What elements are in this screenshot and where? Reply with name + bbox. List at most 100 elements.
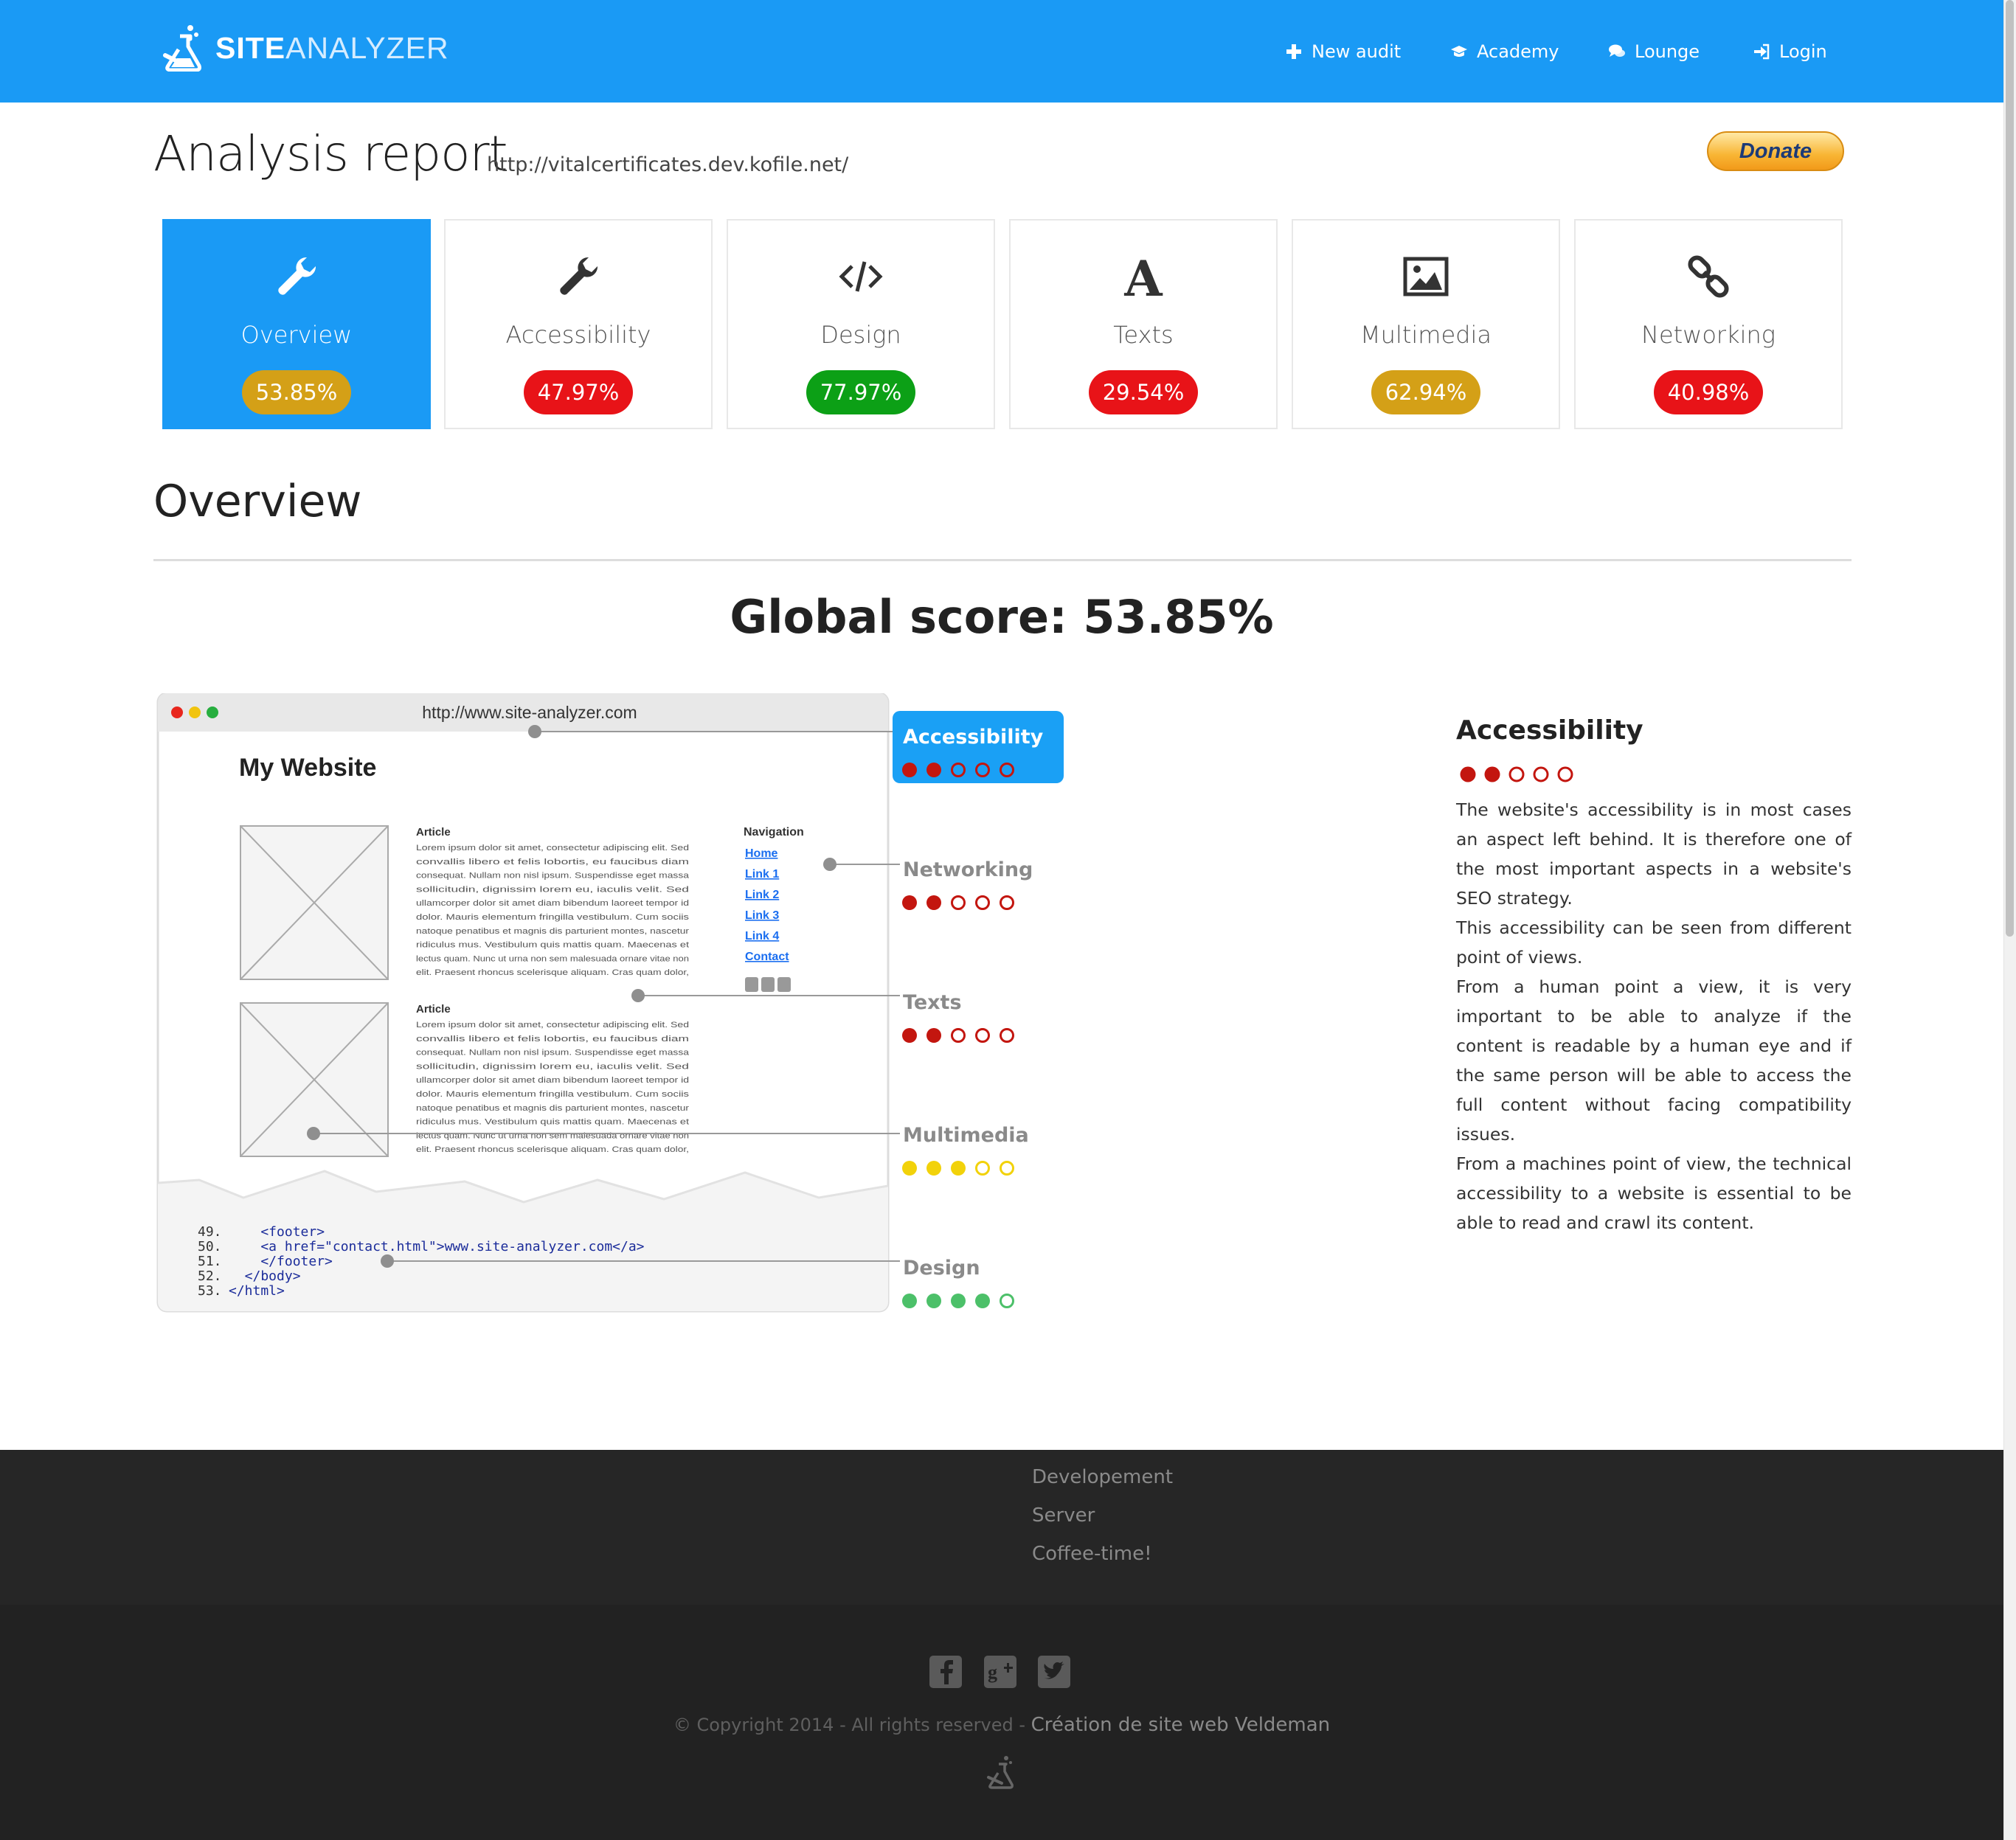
logo-site-text: SITE: [215, 30, 286, 65]
category-card-networking[interactable]: Networking 40.98%: [1574, 219, 1843, 429]
rating-dot: [975, 895, 990, 910]
rating-dot: [1000, 1161, 1014, 1176]
analyzed-url: http://vitalcertificates.dev.kofile.net/: [487, 153, 849, 176]
mock-nav-heading: Navigation: [744, 826, 804, 839]
nav-academy-label: Academy: [1477, 41, 1559, 62]
rating-dot: [951, 1161, 966, 1176]
code-line-number: 52.: [198, 1268, 222, 1284]
footer-link-developement[interactable]: Developement: [1032, 1466, 1173, 1488]
callout-label: Texts: [903, 991, 962, 1014]
category-card-accessibility[interactable]: Accessibility 47.97%: [444, 219, 713, 429]
code-line: </html>: [229, 1283, 285, 1299]
picture-icon: [1403, 257, 1449, 296]
mock-nav-link: Link 4: [745, 930, 779, 942]
nav-academy[interactable]: Academy: [1450, 37, 1559, 66]
rating-dot: [1557, 766, 1573, 782]
rating-dot: [1000, 1294, 1014, 1308]
rating-dot: [975, 1294, 990, 1308]
category-score-badge: 77.97%: [806, 370, 915, 414]
twitter-icon[interactable]: [1038, 1656, 1070, 1688]
article-heading: Article: [416, 1003, 451, 1016]
code-line: </body>: [229, 1268, 301, 1284]
article-line: convallis libero et felis lobortis, eu f…: [416, 858, 689, 867]
rating-dot: [951, 895, 966, 910]
category-score-badge: 53.85%: [242, 370, 351, 414]
rating-dot: [926, 763, 941, 777]
copyright: © Copyright 2014 - All rights reserved -…: [0, 1714, 2003, 1736]
article-line: elit. Praesent rhoncus scelerisque aliqu…: [416, 968, 689, 977]
scrollbar-thumb[interactable]: [2006, 0, 2014, 937]
svg-text:g: g: [988, 1662, 997, 1683]
footer-link-coffee-time[interactable]: Coffee-time!: [1032, 1543, 1152, 1565]
description-paragraph: The website's accessibility is in most c…: [1456, 799, 1852, 909]
svg-text:A: A: [1123, 253, 1163, 300]
article-line: natoque penatibus et magnis dis parturie…: [416, 1104, 689, 1113]
article-line: ridiculus mus. Vestibulum quis mattis qu…: [416, 1118, 689, 1127]
browser-url: http://www.site-analyzer.com: [422, 703, 637, 722]
article-line: Lorem ipsum dolor sit amet, consectetur …: [416, 1021, 689, 1030]
rating-dot: [975, 1161, 990, 1176]
category-label: Networking: [1641, 321, 1776, 349]
footer-flask-icon: [987, 1756, 1014, 1789]
connector-dot: [823, 858, 836, 871]
logo-analyzer-text: ANALYZER: [285, 30, 449, 65]
credit-link[interactable]: Création de site web Veldeman: [1031, 1714, 1331, 1736]
callout-label: Accessibility: [903, 726, 1044, 749]
rating-dot: [951, 1028, 966, 1043]
article-line: ullamcorper dolor sit amet diam bibendum…: [416, 899, 689, 908]
category-card-multimedia[interactable]: Multimedia 62.94%: [1292, 219, 1560, 429]
link-icon: [1688, 255, 1729, 298]
flask-logo-icon: [163, 25, 201, 72]
global-score: Global score: 53.85%: [730, 590, 1274, 644]
footer-links-band: [0, 1450, 2003, 1605]
category-label: Texts: [1113, 321, 1174, 349]
donate-button[interactable]: Donate: [1707, 131, 1844, 171]
article-line: sollicitudin, dignissim lorem eu, iaculi…: [416, 885, 689, 894]
description-rating: [1460, 766, 1573, 782]
wrench-icon: [560, 257, 598, 295]
article-line: lectus quam. Nunc ut urna non sem malesu…: [416, 954, 689, 963]
article-line: elit. Praesent rhoncus scelerisque aliqu…: [416, 1145, 689, 1154]
site-logo[interactable]: SITE ANALYZER: [161, 22, 449, 74]
category-label: Overview: [240, 321, 353, 349]
article-heading: Article: [416, 826, 451, 839]
rating-dot: [902, 1294, 917, 1308]
article-line: consequat. Nullam non nisl ipsum. Suspen…: [416, 872, 690, 881]
rating-dot: [926, 895, 941, 910]
nav-new-audit[interactable]: New audit: [1285, 37, 1401, 66]
rating-dot: [951, 1294, 966, 1308]
rating-dot: [1533, 766, 1549, 782]
article-line: ridiculus mus. Vestibulum quis mattis qu…: [416, 941, 689, 950]
article-line: Lorem ipsum dolor sit amet, consectetur …: [416, 844, 689, 853]
category-label: Multimedia: [1360, 321, 1492, 349]
copyright-text: © Copyright 2014 - All rights reserved -: [673, 1715, 1031, 1735]
nav-lounge[interactable]: Lounge: [1608, 37, 1700, 66]
category-card-overview[interactable]: Overview 53.85%: [162, 219, 431, 429]
rating-dot: [926, 1161, 941, 1176]
category-card-texts[interactable]: A Texts 29.54%: [1009, 219, 1278, 429]
mock-site-title: My Website: [239, 754, 376, 782]
nav-login-label: Login: [1779, 41, 1827, 62]
rating-dot: [926, 1028, 941, 1043]
rating-dot: [975, 1028, 990, 1043]
nav-login[interactable]: Login: [1753, 37, 1827, 66]
rating-dot: [902, 763, 917, 777]
code-line-number: 49.: [198, 1224, 222, 1240]
window-close-dot: [171, 707, 183, 718]
facebook-icon[interactable]: [929, 1656, 962, 1688]
article-line: dolor. Mauris elementum fringilla vestib…: [416, 913, 690, 922]
connector-dot: [631, 989, 645, 1002]
category-card-design[interactable]: Design 77.97%: [727, 219, 995, 429]
article-line: natoque penatibus et magnis dis parturie…: [416, 927, 689, 936]
connector-dot: [381, 1254, 394, 1268]
rating-dot: [1000, 1028, 1014, 1043]
code-line: <footer>: [229, 1224, 325, 1240]
site-structure-illustration: http://www.site-analyzer.com My Website …: [156, 693, 1064, 1313]
article-line: dolor. Mauris elementum fringilla vestib…: [416, 1090, 690, 1099]
google-plus-icon[interactable]: g: [984, 1656, 1016, 1688]
category-score-badge: 40.98%: [1654, 370, 1763, 414]
nav-lounge-label: Lounge: [1635, 41, 1700, 62]
category-label: Accessibility: [505, 321, 651, 349]
footer-link-server[interactable]: Server: [1032, 1504, 1095, 1527]
category-label: Design: [820, 321, 901, 349]
